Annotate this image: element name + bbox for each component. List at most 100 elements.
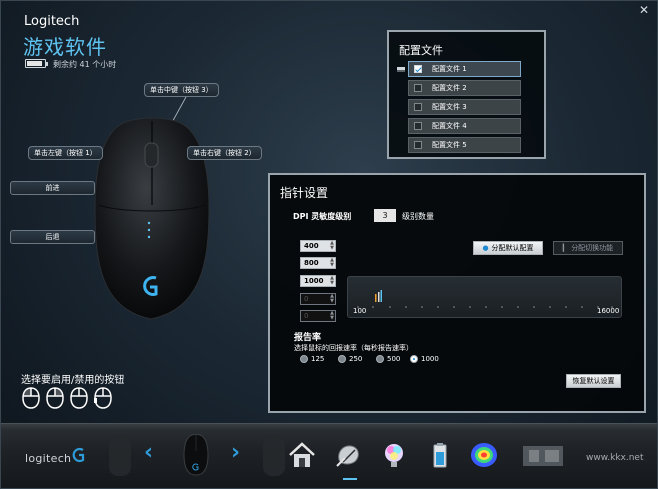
dpi-slider-graphic [357, 290, 613, 308]
chevron-right-icon[interactable]: › [231, 440, 240, 465]
radio-selected-icon[interactable] [410, 355, 418, 363]
radio-icon[interactable] [300, 355, 308, 363]
profile-panel-title: 配置文件 [399, 44, 443, 57]
dpi-level-1-value: 400 [304, 242, 319, 250]
battery-icon [25, 59, 48, 68]
report-rate-title: 报告率 [294, 333, 322, 343]
dpi-level-2-value: 800 [304, 259, 319, 267]
report-rate-label-250: 250 [349, 355, 363, 363]
assign-default-button[interactable]: ● 分配默认配置 [473, 241, 543, 255]
stepper-arrows-icon[interactable]: ▲ ▼ [330, 258, 334, 268]
report-rate-label-500: 500 [387, 355, 401, 363]
stepper-arrows-icon[interactable]: ▲ ▼ [330, 311, 334, 321]
dpi-slider-track[interactable] [347, 276, 622, 318]
bullet-icon: ● [482, 244, 489, 252]
chevron-left-icon[interactable]: ‹ [144, 440, 153, 465]
settings-faded-icon[interactable] [521, 440, 565, 470]
app-title: 游戏软件 [23, 35, 107, 59]
report-rate-option-125[interactable]: 125 [300, 355, 324, 363]
profile-checkbox-4[interactable] [414, 122, 422, 130]
restore-default-button[interactable]: 恢复默认设置 [566, 374, 621, 388]
battery-level-fill [27, 61, 43, 66]
mouse-image [94, 117, 210, 320]
close-icon[interactable]: ✕ [639, 3, 649, 17]
profile-panel: 配置文件 配置文件 1 配置文件 2 配置文件 3 配置文件 4 配置文件 5 [387, 30, 546, 159]
profile-checkbox-5[interactable] [414, 141, 422, 149]
profile-label-1: 配置文件 1 [432, 65, 467, 73]
report-rate-option-1000[interactable]: 1000 [410, 355, 439, 363]
report-rate-label-125: 125 [311, 355, 325, 363]
pointer-settings-panel: 指针设置 DPI 灵敏度级别 3 级别数量 400 ▲ ▼ 800 ▲ ▼ 1000 ▲ ▼… [268, 173, 646, 413]
profile-item-1[interactable]: 配置文件 1 [408, 61, 521, 77]
bottom-toolbar: logitech ‹ › [1, 423, 657, 488]
home-icon[interactable] [287, 440, 317, 470]
dpi-marker-800[interactable] [378, 292, 380, 302]
dpi-sensitivity-label: DPI 灵敏度级别 [293, 212, 352, 221]
mouse-button-left-icon[interactable] [22, 387, 40, 409]
watermark-text: www.kkx.net [586, 453, 644, 463]
profile-item-4[interactable]: 配置文件 4 [408, 118, 521, 134]
dpi-level-1-input[interactable]: 400 ▲ ▼ [300, 240, 336, 252]
dpi-level-5-input[interactable]: 0 ▲ ▼ [300, 310, 336, 322]
heatmap-icon[interactable] [469, 440, 499, 470]
dpi-min-label: 100 [353, 307, 367, 315]
dpi-level-4-value: 0 [304, 295, 309, 303]
current-device-mouse-icon[interactable] [183, 434, 209, 476]
active-profile-indicator-icon [397, 67, 405, 72]
pointer-settings-icon[interactable] [333, 440, 363, 470]
profile-checkbox-1[interactable] [414, 65, 422, 73]
dpi-level-5-value: 0 [304, 312, 309, 320]
dpi-level-3-input[interactable]: 1000 ▲ ▼ [300, 275, 336, 287]
dpi-level-count-input[interactable]: 3 [374, 209, 396, 222]
dpi-marker-400[interactable] [375, 294, 377, 302]
dpi-level-3-value: 1000 [304, 277, 324, 285]
lighting-icon[interactable] [379, 440, 409, 470]
pointer-settings-title: 指针设置 [280, 186, 329, 200]
profile-item-2[interactable]: 配置文件 2 [408, 80, 521, 96]
callout-middle-button[interactable]: 单击中键（按钮 3） [144, 83, 219, 97]
profile-item-5[interactable]: 配置文件 5 [408, 137, 521, 153]
battery-text: 剩余约 41 个小时 [53, 60, 117, 69]
dpi-level-4-input[interactable]: 0 ▲ ▼ [300, 293, 336, 305]
app-window: Logitech 游戏软件 剩余约 41 个小时 ✕ 单击中键（按钮 3） 单击… [0, 0, 658, 489]
active-tab-underline [343, 478, 357, 480]
stepper-arrows-icon[interactable]: ▲ ▼ [330, 294, 334, 304]
mouse-button-middle-icon[interactable] [70, 387, 88, 409]
stepper-arrows-icon[interactable]: ▲ ▼ [330, 276, 334, 286]
stepper-arrows-icon[interactable]: ▲ ▼ [330, 241, 334, 251]
next-device-icon[interactable] [263, 436, 285, 476]
callout-back-button[interactable]: 后退 [10, 230, 95, 244]
callout-right-button[interactable]: 单击右键（按钮 2） [187, 146, 262, 160]
profile-label-3: 配置文件 3 [432, 103, 467, 111]
brand-name: Logitech [24, 14, 80, 29]
radio-icon[interactable] [376, 355, 384, 363]
report-rate-label-1000: 1000 [421, 355, 439, 363]
logitech-logo-text: logitech [25, 452, 72, 465]
profile-label-4: 配置文件 4 [432, 122, 467, 130]
profile-checkbox-3[interactable] [414, 103, 422, 111]
radio-icon[interactable] [338, 355, 346, 363]
mouse-button-right-icon[interactable] [46, 387, 64, 409]
dpi-max-label: 16000 [597, 307, 620, 315]
logitech-g-logo-icon [72, 447, 85, 463]
assign-default-label: 分配默认配置 [491, 244, 534, 252]
dpi-level-2-input[interactable]: 800 ▲ ▼ [300, 257, 336, 269]
enable-buttons-label: 选择要启用/禁用的按钮 [21, 375, 125, 386]
profile-item-3[interactable]: 配置文件 3 [408, 99, 521, 115]
report-rate-subtitle: 选择鼠标的回报速率（每秒报告速率） [294, 344, 413, 352]
bar-icon: ▎ [562, 244, 569, 252]
profile-label-5: 配置文件 5 [432, 141, 467, 149]
report-rate-option-250[interactable]: 250 [338, 355, 362, 363]
callout-left-button[interactable]: 单击左键（按钮 1） [28, 146, 103, 160]
dpi-marker-1000[interactable] [380, 290, 383, 302]
button-toggle-icons [22, 387, 112, 409]
dpi-level-count-label: 级别数量 [402, 212, 434, 221]
profile-checkbox-2[interactable] [414, 84, 422, 92]
mouse-button-side-icon[interactable] [94, 387, 112, 409]
assign-shift-button[interactable]: ▎ 分配切换功能 [553, 241, 623, 255]
assign-shift-label: 分配切换功能 [571, 244, 614, 252]
battery-status-icon[interactable] [425, 440, 455, 470]
report-rate-option-500[interactable]: 500 [376, 355, 400, 363]
callout-forward-button[interactable]: 前进 [10, 181, 95, 195]
previous-device-icon[interactable] [109, 436, 131, 476]
